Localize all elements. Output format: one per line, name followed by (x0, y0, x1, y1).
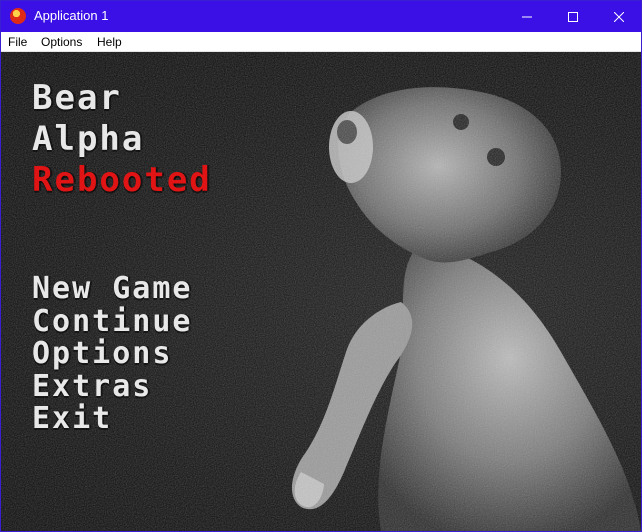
menu-bar: File Options Help (1, 32, 641, 52)
maximize-button[interactable] (550, 1, 596, 32)
menu-continue[interactable]: Continue (32, 304, 193, 339)
window-title: Application 1 (34, 8, 109, 23)
game-viewport: Bear Alpha Rebooted New Game Continue Op… (1, 52, 641, 531)
menu-file[interactable]: File (8, 35, 27, 49)
title-bar[interactable]: Application 1 (1, 1, 641, 32)
close-icon (614, 11, 624, 22)
minimize-button[interactable] (504, 1, 550, 32)
app-icon (10, 8, 26, 24)
menu-help[interactable]: Help (97, 35, 122, 49)
close-button[interactable] (596, 1, 642, 32)
game-title-line-2: Alpha (32, 119, 145, 159)
app-window: Application 1 File Options Help Bear Alp… (0, 0, 642, 532)
minimize-icon (522, 16, 532, 17)
game-title-line-1: Bear (32, 78, 122, 118)
menu-exit[interactable]: Exit (32, 401, 112, 436)
menu-options[interactable]: Options (41, 35, 82, 49)
menu-new-game[interactable]: New Game (32, 271, 193, 306)
maximize-icon (568, 11, 578, 22)
menu-extras[interactable]: Extras (32, 369, 152, 404)
menu-game-options[interactable]: Options (32, 336, 172, 371)
game-title-line-3: Rebooted (32, 160, 212, 200)
